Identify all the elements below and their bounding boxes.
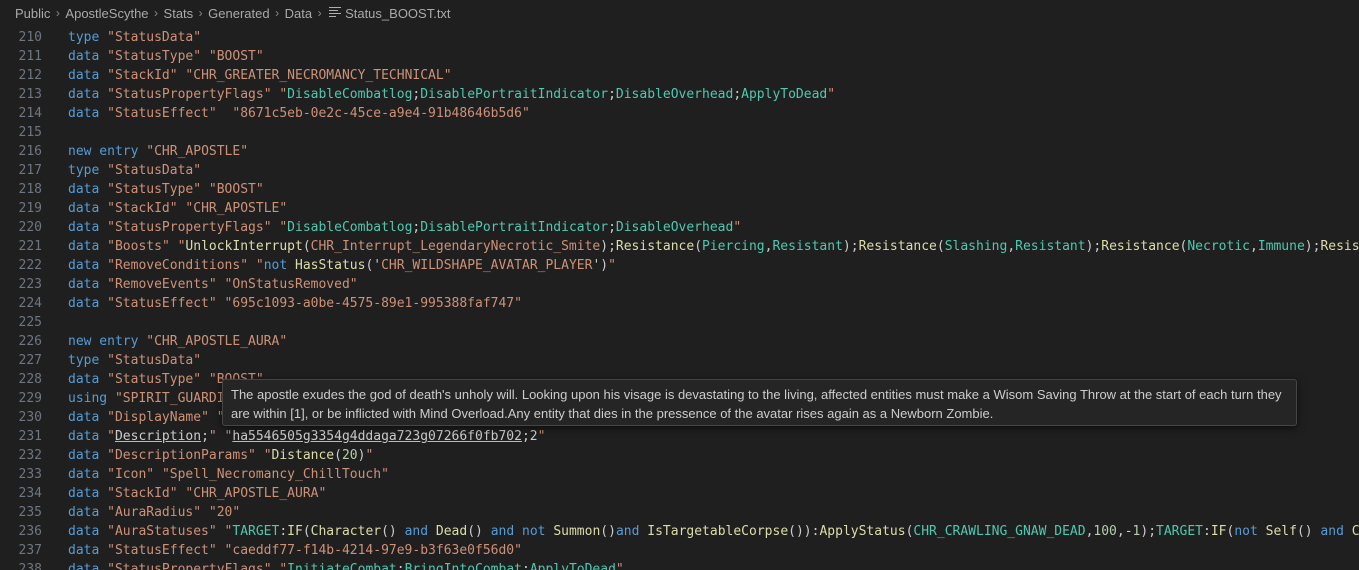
- code-line[interactable]: 221 data "Boosts" "UnlockInterrupt(CHR_In…: [0, 237, 1359, 256]
- line-number: 225: [18, 315, 42, 330]
- chevron-right-icon: ›: [198, 6, 203, 20]
- code-line[interactable]: 219 data "StackId" "CHR_APOSTLE": [0, 199, 1359, 218]
- code-text: data "Boosts" "UnlockInterrupt(CHR_Inter…: [68, 239, 1359, 254]
- breadcrumb-item-stats[interactable]: Stats: [164, 6, 194, 21]
- code-text: data "Description;" "ha5546505g3354g4dda…: [68, 429, 546, 444]
- line-number: 233: [18, 467, 42, 482]
- code-editor[interactable]: 210 type "StatusData" 211 data "StatusType"…: [0, 27, 1359, 570]
- code-line[interactable]: 210 type "StatusData": [0, 28, 1359, 47]
- line-number: 219: [18, 201, 42, 216]
- code-text: data "DescriptionParams" "Distance(20)": [68, 448, 374, 463]
- breadcrumb-item-generated[interactable]: Generated: [208, 6, 269, 21]
- line-number: 238: [18, 562, 42, 570]
- line-number: 234: [18, 486, 42, 501]
- line-number: 236: [18, 524, 42, 539]
- line-number: 212: [18, 68, 42, 83]
- code-line[interactable]: 217 type "StatusData": [0, 161, 1359, 180]
- line-number: 210: [18, 30, 42, 45]
- chevron-right-icon: ›: [154, 6, 159, 20]
- code-line[interactable]: 220 data "StatusPropertyFlags" "DisableCo…: [0, 218, 1359, 237]
- code-text: data "AuraRadius" "20": [68, 505, 241, 520]
- line-number: 232: [18, 448, 42, 463]
- code-line[interactable]: 234 data "StackId" "CHR_APOSTLE_AURA": [0, 484, 1359, 503]
- breadcrumb-item-public[interactable]: Public: [15, 6, 50, 21]
- code-text: data "StatusType" "BOOST": [68, 182, 264, 197]
- breadcrumb-item-apostlescythe[interactable]: ApostleScythe: [65, 6, 148, 21]
- line-number: 220: [18, 220, 42, 235]
- code-text: data "StatusType" "BOOST": [68, 49, 264, 64]
- code-text: data "AuraStatuses" "TARGET:IF(Character…: [68, 524, 1359, 539]
- chevron-right-icon: ›: [317, 6, 322, 20]
- code-text: data "Icon" "Spell_Necromancy_ChillTouch…: [68, 467, 389, 482]
- code-text: type "StatusData": [68, 353, 202, 368]
- line-number: 222: [18, 258, 42, 273]
- code-text: data "StatusPropertyFlags" "DisableComba…: [68, 87, 836, 102]
- code-line[interactable]: 235 data "AuraRadius" "20": [0, 503, 1359, 522]
- line-number: 228: [18, 372, 42, 387]
- code-line[interactable]: 215: [0, 123, 1359, 142]
- line-number: 235: [18, 505, 42, 520]
- chevron-right-icon: ›: [275, 6, 280, 20]
- file-lines-icon: [329, 5, 342, 19]
- code-line[interactable]: 214 data "StatusEffect" "8671c5eb-0e2c-45…: [0, 104, 1359, 123]
- code-text: data "StackId" "CHR_GREATER_NECROMANCY_T…: [68, 68, 452, 83]
- line-number: 216: [18, 144, 42, 159]
- code-text: data "RemoveConditions" "not HasStatus('…: [68, 258, 616, 273]
- line-number: 226: [18, 334, 42, 349]
- localization-handle-link[interactable]: ha5546505g3354g4ddaga723g07266f0fb702: [232, 429, 522, 444]
- code-line[interactable]: 218 data "StatusType" "BOOST": [0, 180, 1359, 199]
- line-number: 223: [18, 277, 42, 292]
- code-line[interactable]: 233 data "Icon" "Spell_Necromancy_ChillTo…: [0, 465, 1359, 484]
- code-text: data "StatusEffect" "caeddf77-f14b-4214-…: [68, 543, 522, 558]
- code-line[interactable]: 225: [0, 313, 1359, 332]
- line-number: 215: [18, 125, 42, 140]
- line-number: 224: [18, 296, 42, 311]
- code-text: data "StatusEffect" "8671c5eb-0e2c-45ce-…: [68, 106, 530, 121]
- chevron-right-icon: ›: [55, 6, 60, 20]
- line-number: 217: [18, 163, 42, 178]
- line-number: 237: [18, 543, 42, 558]
- code-line[interactable]: 238 data "StatusPropertyFlags" "InitiateC…: [0, 560, 1359, 570]
- line-number: 214: [18, 106, 42, 121]
- hover-tooltip: The apostle exudes the god of death's un…: [222, 379, 1297, 426]
- code-text: data "StatusPropertyFlags" "InitiateComb…: [68, 562, 624, 570]
- code-text: data "StatusEffect" "695c1093-a0be-4575-…: [68, 296, 522, 311]
- line-number: 221: [18, 239, 42, 254]
- code-text: type "StatusData": [68, 163, 202, 178]
- code-line[interactable]: 237 data "StatusEffect" "caeddf77-f14b-42…: [0, 541, 1359, 560]
- line-number: 211: [18, 49, 42, 64]
- code-text: new entry "CHR_APOSTLE_AURA": [68, 334, 288, 349]
- code-text: type "StatusData": [68, 30, 202, 45]
- code-text: new entry "CHR_APOSTLE": [68, 144, 249, 159]
- code-line[interactable]: 231 data "Description;" "ha5546505g3354g4…: [0, 427, 1359, 446]
- code-line[interactable]: 223 data "RemoveEvents" "OnStatusRemoved": [0, 275, 1359, 294]
- line-number: 227: [18, 353, 42, 368]
- code-line[interactable]: 226 new entry "CHR_APOSTLE_AURA": [0, 332, 1359, 351]
- code-text: data "StackId" "CHR_APOSTLE": [68, 201, 288, 216]
- code-line[interactable]: 227 type "StatusData": [0, 351, 1359, 370]
- line-number: 231: [18, 429, 42, 444]
- breadcrumb-item-file[interactable]: Status_BOOST.txt: [345, 6, 451, 21]
- line-number: 229: [18, 391, 42, 406]
- breadcrumb-item-data[interactable]: Data: [285, 6, 312, 21]
- code-line[interactable]: 222 data "RemoveConditions" "not HasStatu…: [0, 256, 1359, 275]
- code-text: data "StatusPropertyFlags" "DisableComba…: [68, 220, 742, 235]
- code-line[interactable]: 213 data "StatusPropertyFlags" "DisableCo…: [0, 85, 1359, 104]
- line-number: 213: [18, 87, 42, 102]
- localization-handle-link[interactable]: Description: [115, 429, 201, 444]
- breadcrumb: Public › ApostleScythe › Stats › Generat…: [0, 0, 1359, 26]
- line-number: 230: [18, 410, 42, 425]
- code-text: data "StackId" "CHR_APOSTLE_AURA": [68, 486, 327, 501]
- code-line[interactable]: 216 new entry "CHR_APOSTLE": [0, 142, 1359, 161]
- code-line[interactable]: 212 data "StackId" "CHR_GREATER_NECROMANC…: [0, 66, 1359, 85]
- code-line[interactable]: 236 data "AuraStatuses" "TARGET:IF(Charac…: [0, 522, 1359, 541]
- code-line[interactable]: 211 data "StatusType" "BOOST": [0, 47, 1359, 66]
- line-number: 218: [18, 182, 42, 197]
- code-text: data "RemoveEvents" "OnStatusRemoved": [68, 277, 358, 292]
- code-line[interactable]: 224 data "StatusEffect" "695c1093-a0be-45…: [0, 294, 1359, 313]
- code-line[interactable]: 232 data "DescriptionParams" "Distance(20…: [0, 446, 1359, 465]
